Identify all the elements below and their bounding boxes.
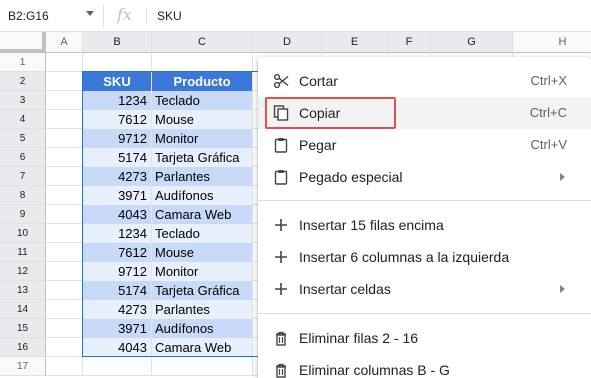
- plus-icon: [273, 281, 289, 297]
- row-header-2[interactable]: 2: [0, 72, 46, 91]
- table-cell-product[interactable]: Camara Web: [152, 338, 252, 357]
- table-cell-sku[interactable]: 9712: [83, 262, 151, 281]
- formula-input[interactable]: SKU: [157, 9, 182, 23]
- menu-item-label: Pegar: [299, 137, 337, 153]
- table-cell-product[interactable]: Parlantes: [152, 167, 252, 186]
- menu-item-label: Pegado especial: [299, 169, 403, 185]
- context-menu: Cortar Ctrl+X Copiar Ctrl+C Pegar Ctrl+V Pegad…: [258, 57, 591, 378]
- menu-item-insertar-15-filas-encima[interactable]: Insertar 15 filas encima: [258, 209, 591, 241]
- table-cell-product[interactable]: Audífonos: [152, 186, 252, 205]
- row-header-15[interactable]: 15: [0, 319, 46, 338]
- table-cell-sku[interactable]: 7612: [83, 243, 151, 262]
- column-header-g[interactable]: G: [431, 32, 513, 53]
- fx-icon: fx: [117, 5, 132, 24]
- menu-item-shortcut: Ctrl+V: [530, 137, 567, 152]
- row-header-11[interactable]: 11: [0, 243, 46, 262]
- table-cell-sku[interactable]: 7612: [83, 110, 151, 129]
- menu-divider: [258, 200, 591, 201]
- chevron-right-icon: [560, 173, 565, 181]
- name-box[interactable]: B2:G16: [0, 4, 104, 28]
- menu-item-label: Eliminar filas 2 - 16: [299, 330, 419, 346]
- column-header-c[interactable]: C: [152, 32, 253, 53]
- row-header-17[interactable]: 17: [0, 357, 46, 376]
- column-header-h[interactable]: H: [513, 32, 591, 53]
- table-cell-product[interactable]: Audífonos: [152, 319, 252, 338]
- table-cell-sku[interactable]: 4273: [83, 300, 151, 319]
- table-cell-sku[interactable]: 3971: [83, 186, 151, 205]
- table-cell-product[interactable]: Teclado: [152, 224, 252, 243]
- table-cell-sku[interactable]: 4043: [83, 338, 151, 357]
- chevron-right-icon: [560, 285, 565, 293]
- table-cell-product[interactable]: Teclado: [152, 91, 252, 110]
- menu-divider: [258, 313, 591, 314]
- menu-item-label: Insertar 15 filas encima: [299, 217, 444, 233]
- row-header-8[interactable]: 8: [0, 186, 46, 205]
- table-cell-sku[interactable]: 5174: [83, 281, 151, 300]
- menu-item-label: Insertar celdas: [299, 281, 391, 297]
- menu-item-eliminar-columnas-b-g[interactable]: Eliminar columnas B - G: [258, 354, 591, 378]
- table-cell-sku[interactable]: 1234: [83, 91, 151, 110]
- table-cell-product[interactable]: Tarjeta Gráfica: [152, 281, 252, 300]
- table-cell-sku[interactable]: 1234: [83, 224, 151, 243]
- menu-item-pegar[interactable]: Pegar Ctrl+V: [258, 129, 591, 161]
- row-header-10[interactable]: 10: [0, 224, 46, 243]
- menu-item-label: Cortar: [299, 73, 338, 89]
- formula-divider: [146, 8, 147, 24]
- row-header-1[interactable]: 1: [0, 53, 46, 72]
- column-header-b[interactable]: B: [83, 32, 152, 53]
- table-cell-product[interactable]: Monitor: [152, 129, 252, 148]
- trash-icon: [273, 362, 289, 378]
- row-header-6[interactable]: 6: [0, 148, 46, 167]
- menu-item-insertar-6-columnas-a-la-izquierda[interactable]: Insertar 6 columnas a la izquierda: [258, 241, 591, 273]
- table-cell-product[interactable]: Mouse: [152, 110, 252, 129]
- menu-item-cortar[interactable]: Cortar Ctrl+X: [258, 65, 591, 97]
- row-header-9[interactable]: 9: [0, 205, 46, 224]
- clipboard-icon: [273, 169, 289, 185]
- plus-icon: [273, 217, 289, 233]
- row-header-4[interactable]: 4: [0, 110, 46, 129]
- trash-icon: [273, 330, 289, 346]
- menu-item-copiar[interactable]: Copiar Ctrl+C: [258, 97, 591, 129]
- chevron-down-icon[interactable]: [86, 11, 94, 16]
- formula-bar: B2:G16 fx SKU: [0, 0, 591, 32]
- table-header-product[interactable]: Producto: [152, 72, 252, 91]
- column-header-f[interactable]: F: [388, 32, 431, 53]
- column-header-a[interactable]: A: [46, 32, 83, 53]
- row-header-5[interactable]: 5: [0, 129, 46, 148]
- table-cell-product[interactable]: Parlantes: [152, 300, 252, 319]
- row-header-13[interactable]: 13: [0, 281, 46, 300]
- menu-item-shortcut: Ctrl+X: [530, 73, 567, 88]
- column-gridline: [252, 53, 253, 376]
- table-cell-sku[interactable]: 9712: [83, 129, 151, 148]
- select-all-corner[interactable]: [0, 32, 46, 53]
- row-header-12[interactable]: 12: [0, 262, 46, 281]
- menu-item-insertar-celdas[interactable]: Insertar celdas: [258, 273, 591, 305]
- table-cell-sku[interactable]: 4043: [83, 205, 151, 224]
- menu-item-label: Copiar: [299, 105, 341, 121]
- row-header-7[interactable]: 7: [0, 167, 46, 186]
- row-header-3[interactable]: 3: [0, 91, 46, 110]
- menu-item-label: Eliminar columnas B - G: [299, 362, 450, 378]
- table-cell-product[interactable]: Monitor: [152, 262, 252, 281]
- menu-item-eliminar-filas-2-16[interactable]: Eliminar filas 2 - 16: [258, 322, 591, 354]
- menu-item-label: Insertar 6 columnas a la izquierda: [299, 249, 510, 265]
- table-cell-product[interactable]: Tarjeta Gráfica: [152, 148, 252, 167]
- row-header-16[interactable]: 16: [0, 338, 46, 357]
- scissors-icon: [273, 73, 289, 89]
- table-cell-sku[interactable]: 5174: [83, 148, 151, 167]
- table-cell-product[interactable]: Camara Web: [152, 205, 252, 224]
- name-box-value: B2:G16: [8, 9, 49, 23]
- copy-icon: [273, 105, 289, 121]
- table-cell-sku[interactable]: 3971: [83, 319, 151, 338]
- menu-item-shortcut: Ctrl+C: [529, 105, 567, 120]
- column-header-e[interactable]: E: [322, 32, 388, 53]
- row-header-14[interactable]: 14: [0, 300, 46, 319]
- table-header-sku[interactable]: SKU: [83, 72, 151, 91]
- menu-item-pegado-especial[interactable]: Pegado especial: [258, 161, 591, 193]
- table-cell-product[interactable]: Mouse: [152, 243, 252, 262]
- column-header-d[interactable]: D: [253, 32, 322, 53]
- plus-icon: [273, 249, 289, 265]
- clipboard-icon: [273, 137, 289, 153]
- table-cell-sku[interactable]: 4273: [83, 167, 151, 186]
